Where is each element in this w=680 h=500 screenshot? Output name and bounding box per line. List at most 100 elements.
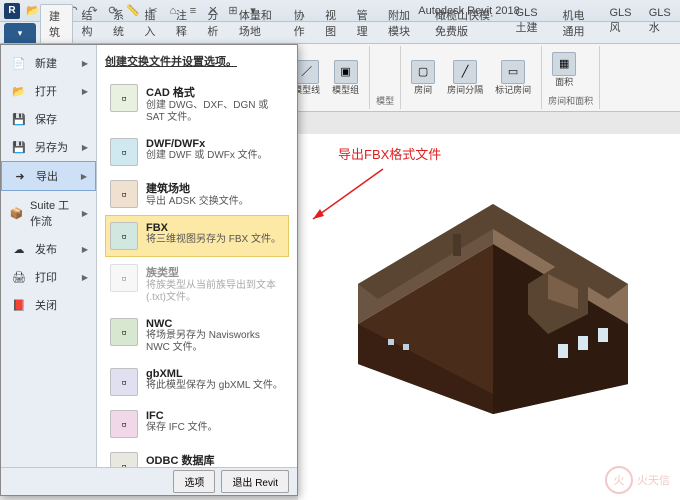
menu-item-publish[interactable]: ☁ 发布 ▶ (1, 235, 96, 263)
menu-item-save[interactable]: 💾 保存 (1, 105, 96, 133)
export-item-4: ▫族类型将族类型从当前族导出到文本(.txt)文件。 (105, 257, 289, 311)
tab-13[interactable]: 机电通用 (555, 4, 602, 43)
ribbon-icon: ▣ (334, 60, 358, 84)
export-desc: 保存 IFC 文件。 (146, 422, 284, 434)
menu-left-panel: 📄新建▶📂打开▶💾保存💾另存为▶➜导出▶📦Suite 工作流▶☁发布▶🖨打印▶📕… (1, 45, 97, 495)
menu-item-saveas[interactable]: 💾另存为▶ (1, 133, 96, 161)
export-desc: 将族类型从当前族导出到文本(.txt)文件。 (146, 280, 284, 304)
tab-4[interactable]: 注释 (168, 4, 199, 43)
chevron-right-icon: ▶ (82, 209, 88, 218)
export-format-icon: ▫ (110, 180, 138, 208)
viewport-3d[interactable]: 导出FBX格式文件 火 火天信 (298, 134, 680, 500)
export-title: IFC (146, 410, 284, 422)
tab-15[interactable]: GLS水 (641, 4, 680, 43)
exit-button[interactable]: 退出 Revit (221, 470, 289, 493)
export-text: CAD 格式创建 DWG、DXF、DGN 或 SAT 文件。 (146, 84, 284, 124)
export-title: 族类型 (146, 264, 284, 280)
export-title: FBX (146, 222, 284, 234)
menu-item-new[interactable]: 📄 新建 ▶ (1, 49, 96, 77)
chevron-right-icon: ▶ (82, 87, 88, 96)
export-format-icon: ▫ (110, 222, 138, 250)
tab-9[interactable]: 管理 (349, 4, 380, 43)
tab-5[interactable]: 分析 (199, 4, 230, 43)
export-format-icon: ▫ (110, 410, 138, 438)
tab-10[interactable]: 附加模块 (380, 4, 427, 43)
new-icon: 📄 (9, 55, 29, 71)
export-item-1[interactable]: ▫DWF/DWFx创建 DWF 或 DWFx 文件。 (105, 131, 289, 173)
export-desc: 将三维视图另存为 FBX 文件。 (146, 234, 284, 246)
ribbon-btn-label: 标记房间 (495, 86, 531, 96)
tab-12[interactable]: GLS土建 (508, 4, 555, 43)
export-item-2[interactable]: ▫ 建筑场地导出 ADSK 交换文件。 (105, 173, 289, 215)
export-format-icon: ▫ (110, 368, 138, 396)
chevron-right-icon: ▶ (82, 143, 88, 152)
tab-3[interactable]: 插入 (136, 4, 167, 43)
menu-item-label: 保存 (35, 111, 57, 127)
export-item-3[interactable]: ▫ FBX将三维视图另存为 FBX 文件。 (105, 215, 289, 257)
tab-1[interactable]: 结构 (73, 4, 104, 43)
app-menu: 📄新建▶📂打开▶💾保存💾另存为▶➜导出▶📦Suite 工作流▶☁发布▶🖨打印▶📕… (0, 44, 298, 496)
export-desc: 导出 ADSK 交换文件。 (146, 196, 284, 208)
ribbon-btn-面积[interactable]: ▦面积 (548, 50, 580, 90)
menu-item-label: 发布 (35, 241, 57, 257)
export-title: CAD 格式 (146, 84, 284, 100)
export-desc: 将场景另存为 Navisworks NWC 文件。 (146, 330, 284, 354)
save-icon: 💾 (9, 111, 29, 127)
tab-8[interactable]: 视图 (317, 4, 348, 43)
ribbon-group-label: 模型 (376, 94, 394, 107)
menu-item-export[interactable]: ➜导出▶ (1, 161, 96, 191)
menu-item-label: 新建 (35, 55, 57, 71)
menu-item-print[interactable]: 🖨打印▶ (1, 263, 96, 291)
close-icon: 📕 (9, 297, 29, 313)
options-button[interactable]: 选项 (173, 470, 215, 493)
menu-item-label: 关闭 (35, 297, 57, 313)
export-title: NWC (146, 318, 284, 330)
watermark: 火 火天信 (605, 466, 670, 494)
publish-icon: ☁ (9, 241, 29, 257)
export-text: IFC保存 IFC 文件。 (146, 410, 284, 438)
chevron-right-icon: ▶ (82, 59, 88, 68)
watermark-text: 火天信 (637, 472, 670, 488)
export-title: DWF/DWFx (146, 138, 284, 150)
ribbon-icon: ▭ (501, 60, 525, 84)
export-desc: 将此模型保存为 gbXML 文件。 (146, 380, 284, 392)
export-title: gbXML (146, 368, 284, 380)
ribbon-group-label: 房间和面积 (548, 94, 593, 107)
menu-item-open[interactable]: 📂打开▶ (1, 77, 96, 105)
tab-14[interactable]: GLS风 (602, 4, 641, 43)
ribbon-btn-label: 模型组 (332, 86, 359, 96)
chevron-right-icon: ▶ (82, 245, 88, 254)
export-item-5[interactable]: ▫ NWC将场景另存为 Navisworks NWC 文件。 (105, 311, 289, 361)
export-item-7[interactable]: ▫ IFC保存 IFC 文件。 (105, 403, 289, 445)
chevron-right-icon: ▶ (81, 172, 87, 181)
app-menu-button[interactable]: ▾ (4, 23, 36, 43)
tab-7[interactable]: 协作 (286, 4, 317, 43)
export-title: 建筑场地 (146, 180, 284, 196)
export-item-0[interactable]: ▫ CAD 格式创建 DWG、DXF、DGN 或 SAT 文件。 (105, 77, 289, 131)
export-text: 建筑场地导出 ADSK 交换文件。 (146, 180, 284, 208)
ribbon-btn-标记房间[interactable]: ▭ 标记房间 (491, 58, 535, 98)
tab-2[interactable]: 系统 (105, 4, 136, 43)
export-text: DWF/DWFx创建 DWF 或 DWFx 文件。 (146, 138, 284, 166)
ribbon-btn-房间[interactable]: ▢房间 (407, 58, 439, 98)
export-text: gbXML将此模型保存为 gbXML 文件。 (146, 368, 284, 396)
ribbon-btn-房间分隔[interactable]: ╱房间分隔 (443, 58, 487, 98)
tab-6[interactable]: 体量和场地 (231, 4, 286, 43)
tab-11[interactable]: 橄榄山快模·免费版 (427, 4, 508, 43)
export-format-icon: ▫ (110, 84, 138, 112)
export-item-6[interactable]: ▫ gbXML将此模型保存为 gbXML 文件。 (105, 361, 289, 403)
menu-item-suite[interactable]: 📦Suite 工作流▶ (1, 191, 96, 235)
ribbon-btn-label: 房间 (414, 86, 432, 96)
chevron-right-icon: ▶ (82, 273, 88, 282)
menu-item-close[interactable]: 📕 关闭 (1, 291, 96, 319)
export-desc: 创建 DWF 或 DWFx 文件。 (146, 150, 284, 162)
export-format-icon: ▫ (110, 318, 138, 346)
ribbon-tabs: ▾ 建筑结构系统插入注释分析体量和场地协作视图管理附加模块橄榄山快模·免费版GL… (0, 22, 680, 44)
tab-0[interactable]: 建筑 (40, 4, 73, 43)
export-title: ODBC 数据库 (146, 452, 284, 468)
ribbon-btn-模型组[interactable]: ▣ 模型组 (328, 58, 363, 98)
menu-footer: 选项 退出 Revit (1, 467, 297, 495)
menu-item-label: 另存为 (35, 139, 68, 155)
print-icon: 🖨 (9, 269, 29, 285)
ribbon-group-6: ▦面积房间和面积 (542, 46, 600, 109)
